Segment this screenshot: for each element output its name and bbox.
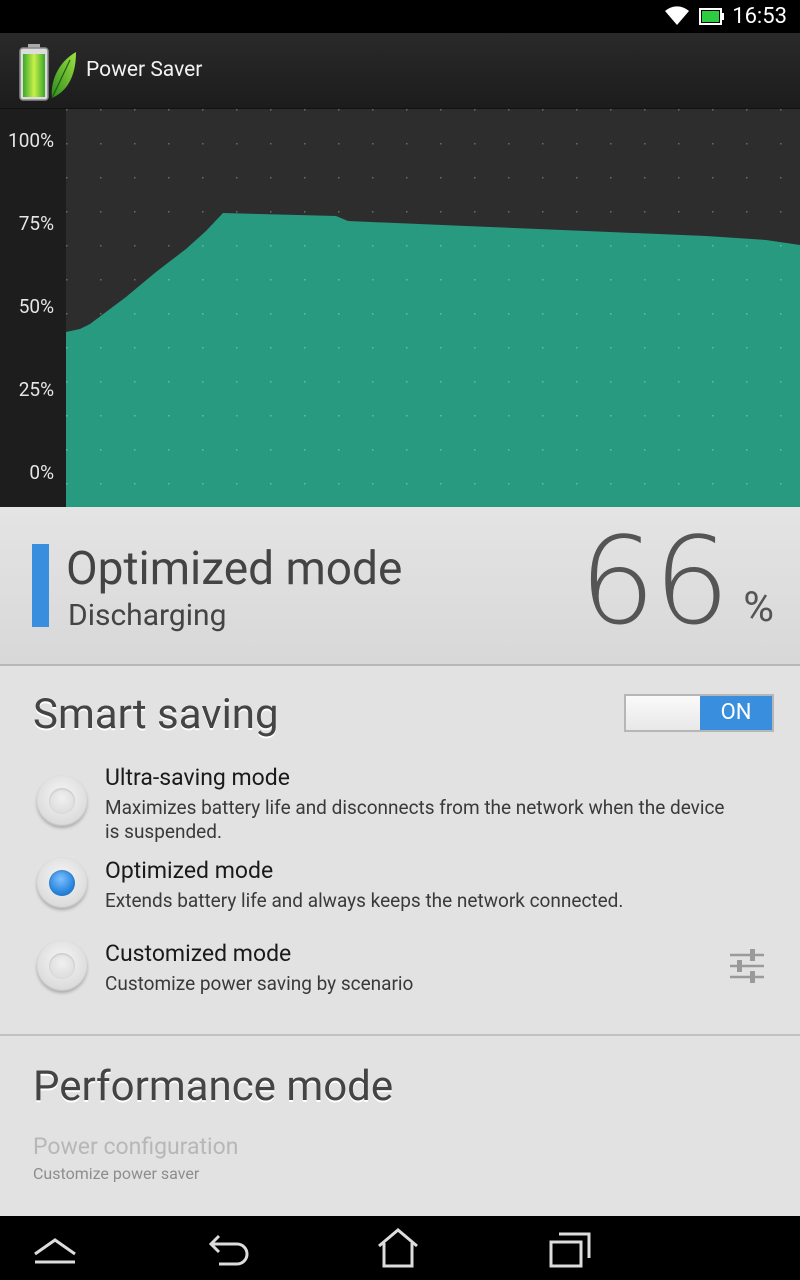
charging-state-label: Discharging	[68, 598, 227, 633]
customized-radio[interactable]	[37, 941, 87, 991]
recents-up-icon[interactable]	[30, 1224, 80, 1272]
smart-saving-toggle[interactable]: ON	[624, 694, 774, 732]
app-title: Power Saver	[86, 58, 203, 82]
graph-y-axis: 100% 75% 50% 25% 0%	[0, 109, 66, 507]
current-mode-label: Optimized mode	[66, 542, 403, 596]
battery-icon	[699, 8, 724, 25]
performance-section: Performance mode Power configuration Cus…	[0, 1038, 800, 1216]
smart-saving-title: Smart saving	[33, 690, 279, 739]
clock: 16:53	[732, 4, 787, 29]
ultra-saving-radio[interactable]	[37, 776, 87, 826]
option-title: Optimized mode	[105, 857, 274, 884]
option-description: Maximizes battery life and disconnects f…	[105, 796, 725, 843]
power-saver-app-icon[interactable]	[14, 42, 80, 102]
recent-apps-icon[interactable]	[545, 1224, 595, 1272]
status-bar: 16:53	[0, 0, 800, 33]
y-label-100: 100%	[8, 129, 54, 152]
option-title: Ultra-saving mode	[105, 764, 290, 791]
option-description: Customize power saving by scenario	[105, 972, 414, 995]
percent-sign: %	[743, 583, 774, 632]
battery-level-area	[66, 213, 800, 507]
wifi-icon	[665, 6, 689, 25]
performance-mode-title: Performance mode	[33, 1062, 394, 1111]
y-label-50: 50%	[18, 295, 54, 318]
y-label-0: 0%	[29, 461, 54, 484]
toggle-on-label: ON	[700, 696, 772, 730]
back-icon[interactable]	[205, 1224, 255, 1272]
navigation-bar	[0, 1216, 800, 1280]
power-saver-screen: 16:53 Power Saver 100% 75% 50% 25% 0% Op…	[0, 0, 800, 1280]
battery-history-graph: 100% 75% 50% 25% 0%	[0, 109, 800, 507]
action-bar: Power Saver	[0, 33, 800, 109]
optimized-radio[interactable]	[37, 858, 87, 908]
power-configuration-item[interactable]: Power configuration	[33, 1133, 238, 1160]
graph-plot	[66, 109, 800, 507]
toggle-off-side	[626, 696, 700, 730]
battery-percent: 66	[579, 513, 730, 652]
option-description: Extends battery life and always keeps th…	[105, 889, 624, 912]
option-title: Customized mode	[105, 940, 292, 967]
sliders-icon[interactable]	[728, 948, 766, 984]
power-configuration-subtitle: Customize power saver	[33, 1164, 200, 1183]
current-status-panel: Optimized mode Discharging 66 %	[0, 507, 800, 666]
y-label-75: 75%	[18, 212, 54, 235]
home-icon[interactable]	[373, 1224, 423, 1272]
mode-indicator-bar	[32, 544, 49, 627]
y-label-25: 25%	[18, 378, 54, 401]
